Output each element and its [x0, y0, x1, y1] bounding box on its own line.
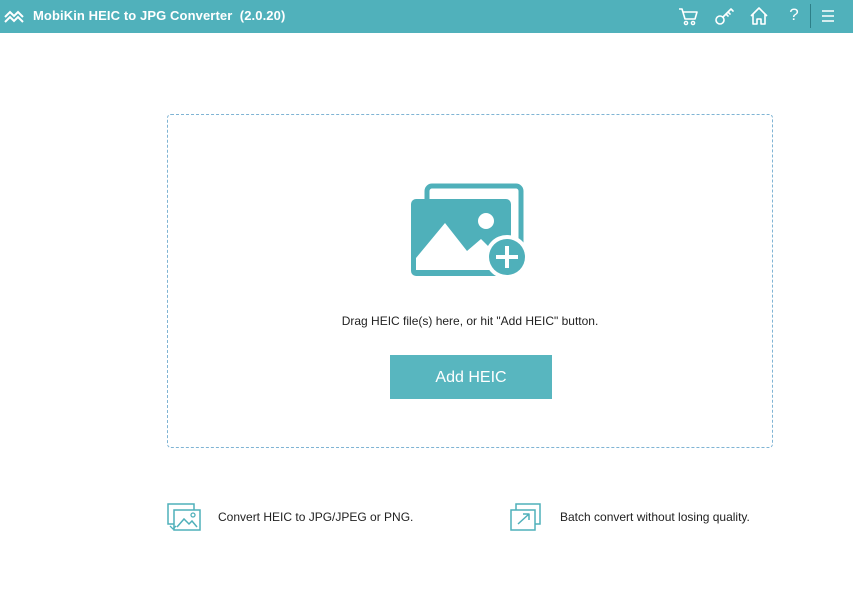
app-logo-icon: [4, 10, 24, 23]
batch-export-icon: [510, 503, 541, 531]
title-bar: MobiKin HEIC to JPG Converter (2.0.20) ?: [0, 0, 853, 33]
home-icon[interactable]: [748, 5, 770, 27]
add-heic-button[interactable]: Add HEIC: [390, 355, 552, 399]
drop-hint-text: Drag HEIC file(s) here, or hit "Add HEIC…: [341, 314, 599, 328]
key-icon[interactable]: [713, 5, 735, 27]
help-icon[interactable]: ?: [783, 5, 805, 27]
convert-images-icon: [167, 503, 201, 531]
add-image-icon: [411, 183, 529, 279]
feature-convert-text: Convert HEIC to JPG/JPEG or PNG.: [218, 510, 414, 524]
drop-zone[interactable]: Drag HEIC file(s) here, or hit "Add HEIC…: [167, 114, 773, 448]
app-title: MobiKin HEIC to JPG Converter (2.0.20): [33, 8, 286, 23]
feature-batch-text: Batch convert without losing quality.: [560, 510, 750, 524]
toolbar-divider: [810, 4, 811, 28]
feature-convert: Convert HEIC to JPG/JPEG or PNG.: [167, 502, 467, 532]
menu-icon[interactable]: [817, 5, 839, 27]
feature-batch: Batch convert without losing quality.: [509, 502, 809, 532]
cart-icon[interactable]: [677, 5, 699, 27]
